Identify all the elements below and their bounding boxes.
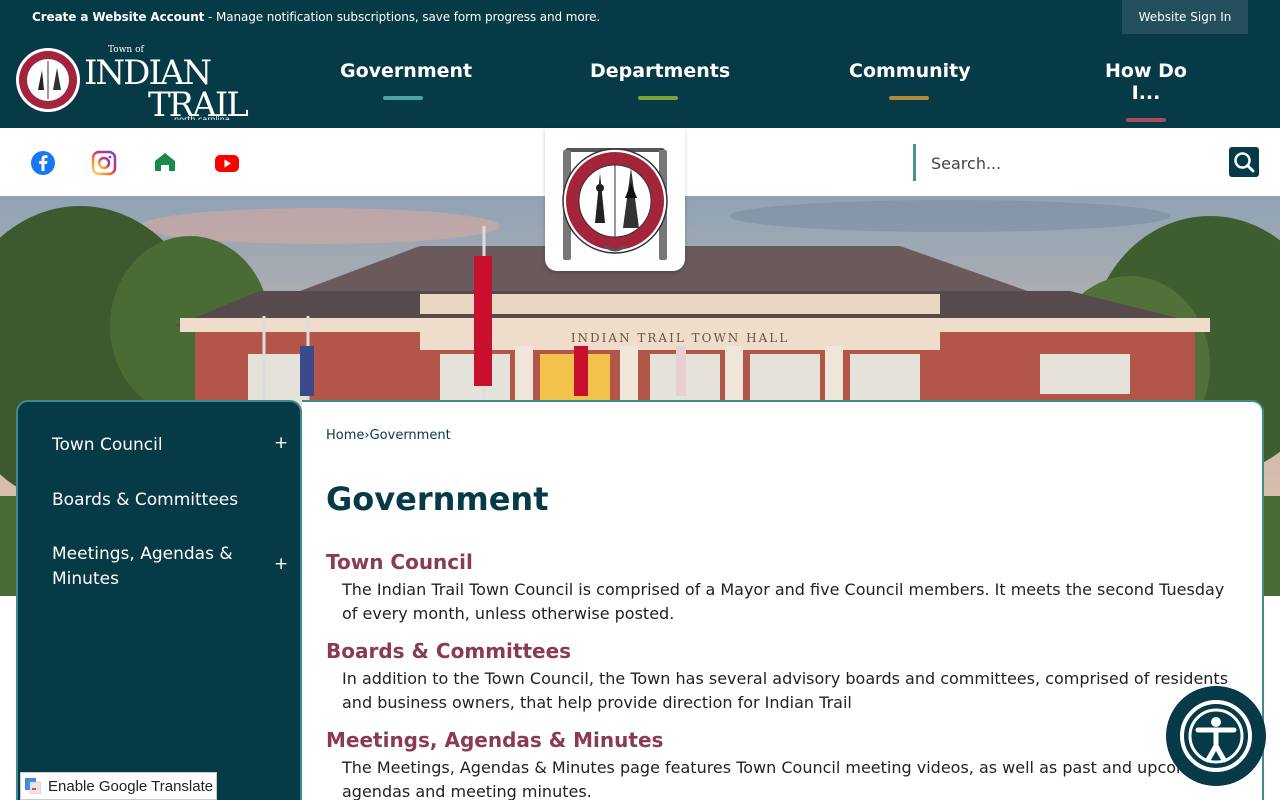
nav-community[interactable]: Community xyxy=(849,60,971,100)
nav-government[interactable]: Government xyxy=(340,60,472,100)
nav-underline xyxy=(382,96,423,100)
translate-label: Enable Google Translate xyxy=(48,778,214,795)
site-logo[interactable]: Town of INDIAN TRAIL north carolina xyxy=(16,44,256,125)
breadcrumb-current[interactable]: Government xyxy=(370,428,451,443)
google-translate-button[interactable]: Enable Google Translate xyxy=(20,772,217,800)
section-link-town-council[interactable]: Town Council xyxy=(326,550,473,574)
search-input[interactable] xyxy=(931,148,1221,178)
nav-departments[interactable]: Departments xyxy=(590,60,730,100)
sidebar-item-boards-committees[interactable]: Boards & Committees xyxy=(52,488,252,513)
nav-underline xyxy=(889,96,929,100)
site-header: Town of INDIAN TRAIL north carolina Gove… xyxy=(0,36,1280,128)
nav-label: Departments xyxy=(590,60,731,82)
town-seal-icon xyxy=(562,148,668,260)
nav-underline xyxy=(1126,118,1166,122)
town-seal-badge xyxy=(545,128,685,271)
hero-building-sign: INDIAN TRAIL TOWN HALL xyxy=(571,331,789,345)
accessibility-icon xyxy=(1180,700,1252,772)
search-divider xyxy=(913,144,916,181)
nav-label: Government xyxy=(340,60,473,82)
search-icon xyxy=(1234,152,1255,173)
logo-state: north carolina xyxy=(174,115,230,120)
sidebar-item-town-council[interactable]: Town Council xyxy=(52,433,252,458)
expand-meetings-button[interactable]: + xyxy=(274,554,288,574)
section-desc-meetings: The Meetings, Agendas & Minutes page fea… xyxy=(342,758,1217,800)
page-title: Government xyxy=(326,480,549,518)
search-area xyxy=(913,144,1263,181)
section-desc-town-council: The Indian Trail Town Council is compris… xyxy=(342,580,1225,623)
website-sign-in-button[interactable]: Website Sign In xyxy=(1122,0,1248,34)
nav-label: Community xyxy=(849,60,971,82)
section-link-meetings[interactable]: Meetings, Agendas & Minutes xyxy=(326,728,663,752)
google-translate-icon xyxy=(25,778,41,794)
side-navigation: Town Council + Boards & Committees Meeti… xyxy=(16,400,302,800)
nav-underline xyxy=(638,96,678,100)
section-desc-boards-committees: In addition to the Town Council, the Tow… xyxy=(342,669,1229,712)
nav-label: How Do I... xyxy=(1105,60,1187,104)
accessibility-button[interactable] xyxy=(1166,686,1266,786)
breadcrumb-home[interactable]: Home xyxy=(326,428,364,443)
breadcrumb: Home›Government xyxy=(326,428,451,443)
account-message: Create a Website Account - Manage notifi… xyxy=(32,10,600,24)
youtube-icon[interactable] xyxy=(214,150,240,176)
nextdoor-icon[interactable] xyxy=(152,150,178,176)
top-utility-bar: Create a Website Account - Manage notifi… xyxy=(0,0,1280,36)
create-account-link[interactable]: Create a Website Account xyxy=(32,10,204,24)
account-description: - Manage notification subscriptions, sav… xyxy=(204,10,601,24)
section-link-boards-committees[interactable]: Boards & Committees xyxy=(326,639,571,663)
main-content: Home›Government Government Town Council … xyxy=(302,400,1264,800)
expand-town-council-button[interactable]: + xyxy=(274,433,288,453)
sidebar-item-meetings-agendas-minutes[interactable]: Meetings, Agendas & Minutes xyxy=(52,542,252,592)
nav-how-do-i[interactable]: How Do I... xyxy=(1092,60,1200,122)
search-button[interactable] xyxy=(1229,147,1259,177)
facebook-icon[interactable] xyxy=(30,150,56,176)
instagram-icon[interactable] xyxy=(91,150,117,176)
